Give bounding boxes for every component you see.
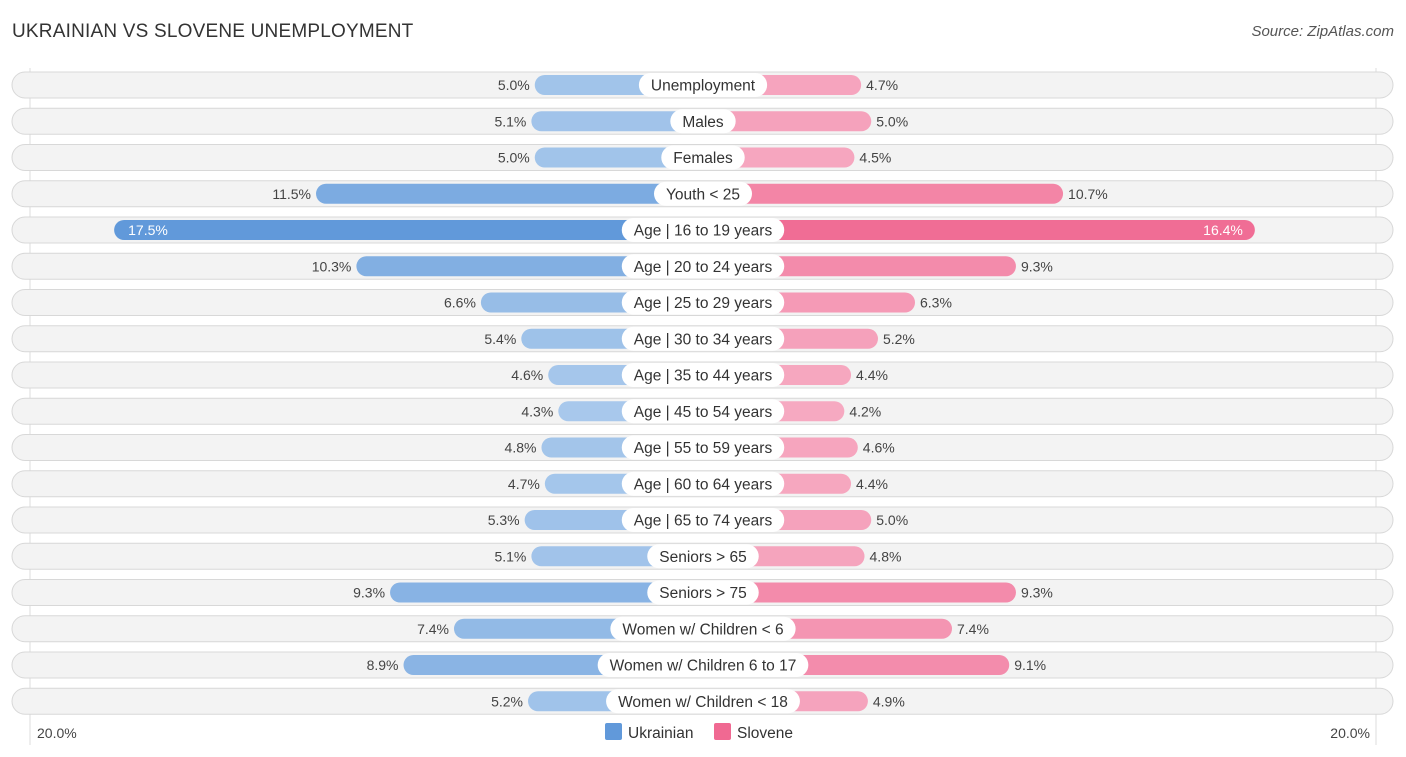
chart-row: 4.3% 4.2% Age | 45 to 54 years <box>11 397 1394 425</box>
category-label: Seniors > 65 <box>659 549 746 566</box>
value-label-slovene: 4.5% <box>859 150 891 166</box>
category-label: Seniors > 75 <box>659 585 746 602</box>
value-label-ukrainian: 4.8% <box>505 440 537 456</box>
legend: Ukrainian Slovene <box>605 723 793 742</box>
chart-row: 5.3% 5.0% Age | 65 to 74 years <box>11 506 1394 534</box>
value-label-slovene: 9.3% <box>1021 258 1053 274</box>
value-label-slovene: 9.1% <box>1014 657 1046 673</box>
value-label-ukrainian: 5.3% <box>488 512 520 528</box>
category-label: Females <box>673 150 733 167</box>
bar-slovene[interactable] <box>703 183 1064 204</box>
value-label-ukrainian: 5.1% <box>494 113 526 129</box>
legend-swatch-ukrainian <box>605 723 622 740</box>
value-label-ukrainian: 5.4% <box>484 331 516 347</box>
value-label-ukrainian: 6.6% <box>444 295 476 311</box>
value-label-ukrainian: 5.0% <box>498 77 530 93</box>
chart-row: 17.5% 16.4% Age | 16 to 19 years <box>11 216 1394 244</box>
chart-row: 8.9% 9.1% Women w/ Children 6 to 17 <box>11 651 1394 679</box>
value-label-ukrainian: 5.0% <box>498 150 530 166</box>
chart-row: 5.2% 4.9% Women w/ Children < 18 <box>11 687 1394 715</box>
value-label-ukrainian: 5.2% <box>491 693 523 709</box>
category-label: Unemployment <box>651 78 756 95</box>
chart-row: 11.5% 10.7% Youth < 25 <box>11 180 1394 208</box>
value-label-slovene: 5.0% <box>876 512 908 528</box>
value-label-slovene: 6.3% <box>920 295 952 311</box>
legend-label-slovene: Slovene <box>737 725 793 742</box>
value-label-ukrainian: 4.3% <box>521 403 553 419</box>
legend-label-ukrainian: Ukrainian <box>628 725 693 742</box>
chart-row: 10.3% 9.3% Age | 20 to 24 years <box>11 252 1394 280</box>
chart-row: 9.3% 9.3% Seniors > 75 <box>11 579 1394 606</box>
chart-row: 5.1% 4.8% Seniors > 65 <box>11 542 1394 570</box>
value-label-slovene: 10.7% <box>1068 186 1108 202</box>
value-label-slovene: 4.2% <box>849 403 881 419</box>
value-label-ukrainian: 17.5% <box>128 222 168 238</box>
value-label-slovene: 5.2% <box>883 331 915 347</box>
chart-row: 4.7% 4.4% Age | 60 to 64 years <box>11 470 1394 498</box>
axis-label-left: 20.0% <box>37 725 77 741</box>
chart-row: 5.4% 5.2% Age | 30 to 34 years <box>11 325 1394 353</box>
chart-row: 7.4% 7.4% Women w/ Children < 6 <box>11 615 1394 643</box>
axis-label-right: 20.0% <box>1330 725 1370 741</box>
value-label-ukrainian: 7.4% <box>417 621 449 637</box>
category-label: Women w/ Children < 18 <box>618 694 788 711</box>
category-label: Age | 65 to 74 years <box>634 513 773 530</box>
value-label-slovene: 4.6% <box>863 440 895 456</box>
bar-slovene[interactable] <box>703 220 1255 240</box>
value-label-ukrainian: 11.5% <box>272 186 311 202</box>
category-label: Age | 30 to 34 years <box>634 331 773 348</box>
legend-item-slovene[interactable]: Slovene <box>714 723 793 742</box>
value-label-ukrainian: 4.6% <box>511 367 543 383</box>
chart-row: 5.0% 4.7% Unemployment <box>11 71 1394 99</box>
category-label: Males <box>682 114 724 131</box>
category-label: Age | 55 to 59 years <box>634 440 773 457</box>
value-label-slovene: 4.4% <box>856 476 888 492</box>
value-label-slovene: 5.0% <box>876 113 908 129</box>
value-label-slovene: 4.9% <box>873 693 905 709</box>
chart-row: 4.6% 4.4% Age | 35 to 44 years <box>11 361 1394 389</box>
category-label: Age | 60 to 64 years <box>634 476 773 493</box>
chart-row: 6.6% 6.3% Age | 25 to 29 years <box>11 289 1394 316</box>
value-label-slovene: 4.8% <box>870 548 902 564</box>
chart-row: 5.1% 5.0% Males <box>11 107 1394 135</box>
value-label-slovene: 4.4% <box>856 367 888 383</box>
category-label: Age | 20 to 24 years <box>634 259 773 276</box>
category-label: Age | 45 to 54 years <box>634 404 773 421</box>
value-label-ukrainian: 10.3% <box>312 258 352 274</box>
value-label-slovene: 7.4% <box>957 621 989 637</box>
chart-axis: 20.0% 20.0% <box>37 725 1370 741</box>
bar-ukrainian[interactable] <box>114 220 703 240</box>
chart-row: 5.0% 4.5% Females <box>11 144 1394 171</box>
value-label-slovene: 16.4% <box>1203 222 1243 238</box>
value-label-ukrainian: 9.3% <box>353 585 385 601</box>
chart-rows: 5.0% 4.7% Unemployment 5.1% 5.0% Males 5.0% 4.5… <box>11 68 1394 745</box>
bar-ukrainian[interactable] <box>316 183 703 204</box>
diverging-bar-chart: 5.0% 4.7% Unemployment 5.1% 5.0% Males 5.0% 4.5… <box>11 68 1394 745</box>
legend-swatch-slovene <box>714 723 731 740</box>
legend-item-ukrainian[interactable]: Ukrainian <box>605 723 693 742</box>
chart-row: 4.8% 4.6% Age | 55 to 59 years <box>11 434 1394 461</box>
value-label-ukrainian: 5.1% <box>494 548 526 564</box>
value-label-slovene: 9.3% <box>1021 585 1053 601</box>
category-label: Age | 25 to 29 years <box>634 295 773 312</box>
category-label: Youth < 25 <box>666 186 740 203</box>
category-label: Women w/ Children < 6 <box>622 621 783 638</box>
value-label-ukrainian: 4.7% <box>508 476 540 492</box>
category-label: Age | 16 to 19 years <box>634 223 773 240</box>
value-label-slovene: 4.7% <box>866 77 898 93</box>
category-label: Women w/ Children 6 to 17 <box>610 658 797 675</box>
value-label-ukrainian: 8.9% <box>367 657 399 673</box>
category-label: Age | 35 to 44 years <box>634 368 773 385</box>
